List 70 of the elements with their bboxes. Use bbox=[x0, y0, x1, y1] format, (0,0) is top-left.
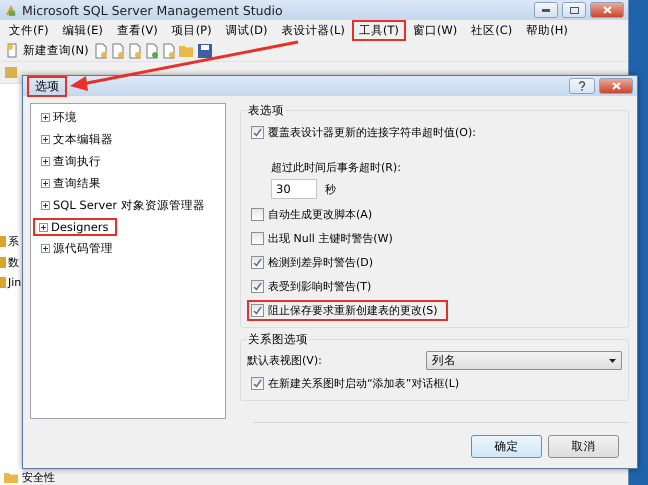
document-icon[interactable] bbox=[128, 42, 142, 58]
expand-icon[interactable] bbox=[41, 179, 50, 188]
tree-item[interactable]: 查询结果 bbox=[39, 174, 109, 193]
menu-item[interactable]: 帮助(H) bbox=[519, 20, 575, 40]
timeout-field[interactable]: 30 bbox=[271, 179, 317, 199]
minimize-icon bbox=[542, 8, 550, 12]
menu-item[interactable]: 表设计器(L) bbox=[274, 20, 352, 40]
expand-icon[interactable] bbox=[41, 113, 50, 122]
option-checkbox[interactable]: 检测到差异时警告(D) bbox=[247, 252, 384, 273]
close-icon bbox=[612, 82, 620, 90]
expand-icon[interactable] bbox=[41, 244, 50, 253]
menu-item[interactable]: 查看(V) bbox=[110, 20, 165, 40]
explorer-item[interactable]: Jin bbox=[8, 276, 22, 289]
document-icon[interactable] bbox=[110, 42, 125, 58]
tree-item[interactable]: 环境 bbox=[39, 108, 85, 127]
app-icon bbox=[4, 3, 18, 17]
menu-item[interactable]: 工具(T) bbox=[352, 20, 406, 40]
dialog-button[interactable]: 取消 bbox=[548, 435, 619, 458]
explorer-item[interactable]: 数 bbox=[8, 255, 19, 270]
menu-item[interactable]: 窗口(W) bbox=[406, 20, 464, 40]
expand-icon[interactable] bbox=[41, 157, 50, 166]
window-title: Microsoft SQL Server Management Studio bbox=[22, 2, 284, 18]
unit-label: 秒 bbox=[325, 182, 336, 196]
option-checkbox[interactable]: 自动生成更改脚本(A) bbox=[247, 204, 382, 225]
menu-item[interactable]: 编辑(E) bbox=[56, 20, 110, 40]
dialog-button[interactable]: 确定 bbox=[471, 435, 542, 458]
expand-icon[interactable] bbox=[41, 135, 50, 144]
help-button[interactable] bbox=[569, 78, 595, 94]
timeout-label: 超过此时间后事务超时(R): bbox=[271, 160, 402, 175]
option-checkbox[interactable]: 表受到影响时警告(T) bbox=[247, 276, 382, 297]
expand-icon[interactable] bbox=[39, 222, 48, 232]
menu-item[interactable]: 文件(F) bbox=[2, 20, 56, 40]
check-icon bbox=[253, 306, 262, 315]
close-button[interactable] bbox=[590, 2, 624, 18]
dialog-title: 选项 bbox=[27, 76, 67, 96]
dropdown-arrow-icon bbox=[609, 358, 616, 362]
option-checkbox[interactable]: 阻止保存要求重新创建表的更改(S) bbox=[247, 300, 448, 321]
default-view-label: 默认表视图(V): bbox=[247, 353, 322, 368]
maximize-button[interactable] bbox=[562, 2, 586, 18]
new-query-button[interactable]: 新建查询(N) bbox=[4, 43, 91, 58]
help-icon bbox=[578, 81, 586, 91]
document-icon[interactable] bbox=[162, 42, 176, 58]
document-icon[interactable] bbox=[94, 42, 108, 58]
maximize-icon bbox=[570, 6, 578, 14]
tree-item[interactable]: 查询执行 bbox=[39, 152, 109, 171]
menu-item[interactable]: 调试(D) bbox=[218, 20, 274, 40]
document-icon[interactable] bbox=[144, 42, 159, 58]
group-title: 关系图选项 bbox=[247, 332, 309, 347]
menu-item[interactable]: 项目(P) bbox=[164, 20, 219, 40]
default-view-dropdown[interactable]: 列名 bbox=[426, 351, 622, 370]
check-icon bbox=[253, 379, 262, 388]
option-checkbox[interactable]: 在新建关系图时启动“添加表”对话框(L) bbox=[247, 373, 470, 394]
minimize-button[interactable] bbox=[534, 2, 558, 18]
tree-item[interactable]: 文本编辑器 bbox=[39, 130, 121, 149]
tree-item[interactable]: SQL Server 对象资源管理器 bbox=[39, 196, 213, 215]
tree-item[interactable]: Designers bbox=[33, 218, 116, 236]
explorer-item[interactable]: 系 bbox=[8, 234, 19, 249]
tree-item[interactable]: 源代码管理 bbox=[39, 239, 121, 258]
close-icon bbox=[602, 6, 612, 14]
explorer-item[interactable]: 安全性 bbox=[22, 470, 55, 485]
option-checkbox[interactable]: 覆盖表设计器更新的连接字符串超时值(O): bbox=[247, 122, 486, 143]
menu-item[interactable]: 社区(C) bbox=[464, 20, 520, 40]
save-icon[interactable] bbox=[198, 44, 212, 58]
group-title: 表选项 bbox=[247, 103, 285, 118]
check-icon bbox=[253, 128, 262, 137]
check-icon bbox=[253, 282, 262, 291]
check-icon bbox=[253, 258, 262, 267]
expand-icon[interactable] bbox=[41, 201, 50, 210]
option-checkbox[interactable]: 出现 Null 主键时警告(W) bbox=[247, 228, 403, 249]
close-button[interactable] bbox=[599, 78, 633, 94]
